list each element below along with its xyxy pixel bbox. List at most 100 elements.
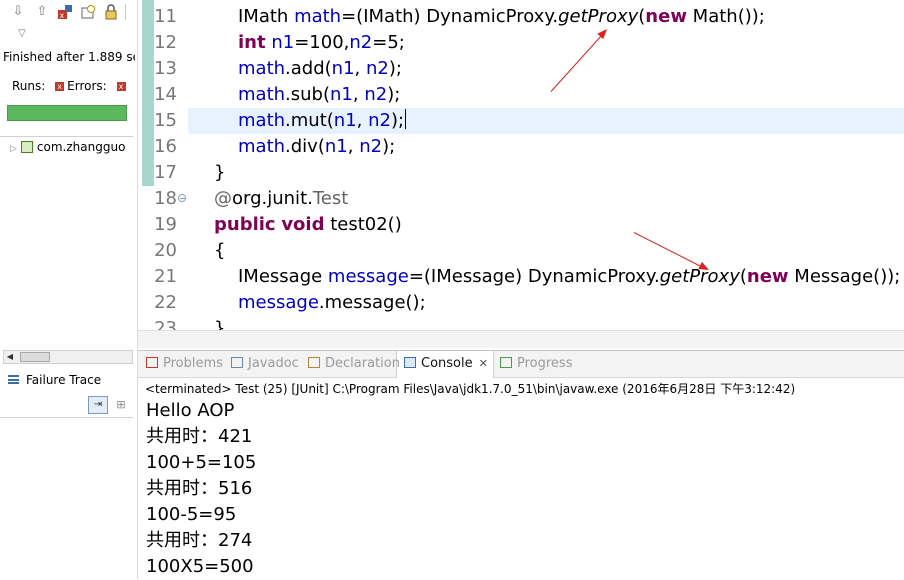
code-line[interactable]: 18− @org.junit.Test [138,186,904,212]
code-token: test02() [324,214,402,235]
code-text: math.mut(n1, n2); [238,108,407,134]
code-token: IMessage [238,266,328,287]
tab-label: Problems [163,356,223,371]
code-line[interactable]: 12 int n1=100,n2=5; [138,30,904,56]
line-number: 17 [154,162,177,183]
divider [0,417,133,418]
tab-console[interactable]: Console ✕ [404,356,488,371]
code-token: public [214,214,276,235]
code-text: IMessage message=(IMessage) DynamicProxy… [238,264,900,290]
expand-arrow-icon[interactable]: ▷ [10,144,17,154]
scroll-left-icon[interactable]: ◀ [4,351,16,363]
lock-icon[interactable] [103,4,119,20]
code-token: , [354,58,366,79]
terminated-status: <terminated> Test (25) [JUnit] C:\Progra… [145,382,796,396]
code-line[interactable]: 22 message.message(); [138,290,904,316]
code-line[interactable]: 13 math.add(n1, n2); [138,56,904,82]
code-text: math.div(n1, n2); [238,134,395,160]
code-line[interactable]: 21 IMessage message=(IMessage) DynamicPro… [138,264,904,290]
line-number: 11 [154,6,177,27]
code-token: Message()); [788,266,901,287]
code-text: public void test02() [214,212,402,238]
code-token: n2 [359,136,383,157]
code-text: message.message(); [238,290,426,316]
code-token: IMath [238,6,295,27]
editor-horizontal-scrollbar[interactable] [138,330,904,348]
code-token: n2 [368,110,391,131]
problems-icon [146,357,158,368]
test-tree-item[interactable]: ▷ com.zhangguo [10,139,135,155]
compare-result-icon[interactable]: ⊞ [113,396,129,414]
errors-label: Errors: [67,79,107,93]
console-icon [404,357,416,368]
code-token: getProxy [558,6,639,27]
failure-trace-header: Failure Trace [8,373,101,387]
console-output-line: 100+5=105 [146,452,257,473]
tab-progress[interactable]: Progress [500,356,572,371]
tab-problems[interactable]: Problems [146,356,223,371]
arrow-up-icon[interactable]: ⇧ [34,4,50,20]
junit-view: ⇩ ⇧ x ▽ Finished after 1.889 se Runs: xE… [0,0,138,579]
code-token: math [238,84,286,105]
tab-declaration[interactable]: Declaration [308,356,400,371]
tab-javadoc[interactable]: Javadoc [231,356,299,371]
finished-status: Finished after 1.889 se [3,50,135,64]
line-number: 18 [154,188,177,209]
svg-text:x: x [60,11,65,20]
code-editor[interactable]: 11 IMath math=(IMath) DynamicProxy.getPro… [138,0,904,348]
code-text: { [214,238,225,264]
code-token: ); [390,110,405,131]
code-line[interactable]: 11 IMath math=(IMath) DynamicProxy.getPro… [138,4,904,30]
line-number: 14 [154,84,177,105]
close-icon[interactable]: ✕ [479,357,488,370]
view-menu-icon[interactable]: ▽ [14,26,30,42]
tree-horizontal-scrollbar[interactable]: ◀ [3,350,133,364]
code-line[interactable]: 14 math.sub(n1, n2); [138,82,904,108]
code-token: =100, [294,32,350,53]
code-token: org.junit. [232,188,313,209]
fold-toggle-icon[interactable]: − [178,194,186,203]
toolbar-separator [125,4,126,20]
code-token: math [294,6,342,27]
code-token: math [238,136,286,157]
line-number: 19 [154,214,177,235]
code-line[interactable]: 20 { [138,238,904,264]
declaration-icon [308,357,320,368]
code-line[interactable]: 16 math.div(n1, n2); [138,134,904,160]
code-token: ); [388,58,402,79]
code-text: IMath math=(IMath) DynamicProxy.getProxy… [238,4,765,30]
code-token: =(IMessage) DynamicProxy. [408,266,660,287]
text-cursor [405,109,407,129]
code-token: void [281,214,325,235]
code-token: } [214,162,226,183]
code-text: math.sub(n1, n2); [238,82,400,108]
code-token: =5; [372,32,405,53]
code-token: =(IMath) DynamicProxy. [341,6,559,27]
scroll-thumb[interactable] [20,352,50,362]
code-line[interactable]: 19 public void test02() [138,212,904,238]
line-number: 20 [154,240,177,261]
code-token: ); [382,136,396,157]
tab-label: Progress [517,356,573,371]
console-output-line: 100X5=500 [146,556,254,577]
filter-stack-icon[interactable]: ⇥ [88,396,108,414]
stack-trace-icon [8,375,19,384]
code-token: message [327,266,409,287]
code-token: message [238,292,319,313]
code-token: , [352,84,365,105]
history-icon[interactable] [80,4,96,20]
console-output-line: 共用时：516 [146,478,253,499]
line-number: 12 [154,32,177,53]
code-token: n2 [366,58,389,79]
failures-filter-icon[interactable]: x [57,4,73,20]
code-token: int [238,32,266,53]
code-text: math.add(n1, n2); [238,56,402,82]
code-token: .div( [285,136,325,157]
arrow-down-icon[interactable]: ⇩ [10,4,26,20]
console-output-line: 共用时：421 [146,426,253,447]
code-line[interactable]: 17} [138,160,904,186]
code-token: .mut( [285,110,334,131]
code-line[interactable]: 15 math.mut(n1, n2); [138,108,904,134]
console-output-line: 共用时：274 [146,530,253,551]
code-text: @org.junit.Test [214,186,348,212]
